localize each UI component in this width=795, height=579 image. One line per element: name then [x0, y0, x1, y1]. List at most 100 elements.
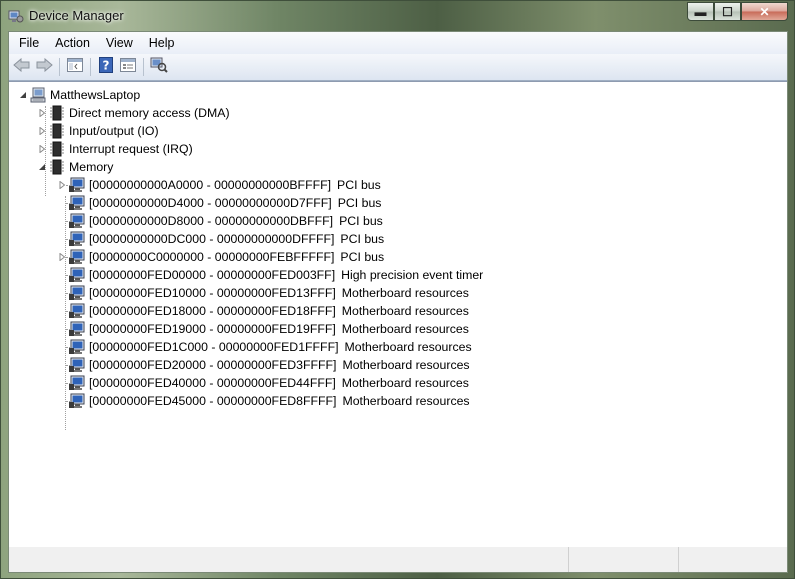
- memory-range-label: [00000000000DC000 - 00000000000DFFFF]: [89, 232, 335, 246]
- collapse-arrow-icon[interactable]: [18, 91, 27, 100]
- expand-arrow-icon[interactable]: [57, 253, 66, 262]
- device-name-label: PCI bus: [337, 178, 381, 192]
- system-device-icon: [69, 249, 85, 265]
- memory-resource-item[interactable]: [00000000FED18000 - 00000000FED18FFF] Mot…: [57, 302, 469, 320]
- memory-range-label: [00000000C0000000 - 00000000FEBFFFFF]: [89, 250, 335, 264]
- menu-view[interactable]: View: [98, 33, 141, 53]
- expand-arrow-icon[interactable]: [37, 109, 46, 118]
- memory-resource-item[interactable]: [00000000000D4000 - 00000000000D7FFF] PCI…: [57, 194, 381, 212]
- system-device-icon: [69, 267, 85, 283]
- svg-text:?: ?: [103, 58, 110, 72]
- system-device-icon: [69, 375, 85, 391]
- memory-resource-item[interactable]: [00000000000DC000 - 00000000000DFFFF] PCI…: [57, 230, 384, 248]
- device-name-label: Motherboard resources: [341, 376, 469, 390]
- menu-file[interactable]: File: [9, 33, 47, 53]
- device-name-label: PCI bus: [340, 232, 385, 246]
- menu-action[interactable]: Action: [47, 33, 98, 53]
- expand-arrow-icon[interactable]: [37, 145, 46, 154]
- memory-resource-item[interactable]: [00000000FED10000 - 00000000FED13FFF] Mot…: [57, 284, 469, 302]
- memory-range-label: [00000000FED20000 - 00000000FED3FFFF]: [89, 358, 337, 372]
- tree-category-io[interactable]: Input/output (IO): [37, 122, 159, 140]
- device-manager-app-icon[interactable]: [8, 8, 24, 24]
- maximize-button[interactable]: ☐: [714, 2, 741, 21]
- status-cell-2: [569, 547, 679, 572]
- category-label: Interrupt request (IRQ): [69, 142, 193, 156]
- tree-root-node[interactable]: MatthewsLaptop: [18, 86, 140, 104]
- toolbar: ?: [9, 54, 787, 81]
- device-name-label: High precision event timer: [341, 268, 484, 282]
- device-tree[interactable]: MatthewsLaptop Direct memory access (DMA…: [9, 81, 787, 548]
- device-name-label: Motherboard resources: [341, 304, 469, 318]
- memory-resource-item[interactable]: [00000000FED20000 - 00000000FED3FFFF] Mot…: [57, 356, 470, 374]
- help-button[interactable]: ?: [95, 56, 117, 78]
- category-label: Memory: [69, 160, 114, 174]
- title-bar[interactable]: Device Manager ▬ ☐ ✕: [1, 1, 794, 31]
- system-device-icon: [69, 303, 85, 319]
- memory-range-label: [00000000FED00000 - 00000000FED003FF]: [89, 268, 336, 282]
- menu-bar: File Action View Help: [9, 32, 787, 55]
- memory-resource-item[interactable]: [00000000FED19000 - 00000000FED19FFF] Mot…: [57, 320, 469, 338]
- memory-range-label: [00000000FED19000 - 00000000FED19FFF]: [89, 322, 336, 336]
- status-bar: [9, 547, 787, 572]
- show-hide-console-tree-icon: [67, 57, 83, 77]
- memory-resource-item[interactable]: [00000000000A0000 - 00000000000BFFFF] PCI…: [57, 176, 381, 194]
- memory-resource-item[interactable]: [00000000FED1C000 - 00000000FED1FFFF] Mot…: [57, 338, 472, 356]
- memory-resource-item[interactable]: [00000000000D8000 - 00000000000DBFFF] PCI…: [57, 212, 383, 230]
- forward-icon: [35, 57, 53, 77]
- tree-category-dma[interactable]: Direct memory access (DMA): [37, 104, 230, 122]
- tree-category-memory[interactable]: Memory: [37, 158, 113, 176]
- expand-arrow-icon[interactable]: [37, 127, 46, 136]
- toolbar-separator: [59, 58, 60, 76]
- device-manager-window: Device Manager ▬ ☐ ✕ File Action View He…: [0, 0, 795, 579]
- memory-range-label: [00000000000D8000 - 00000000000DBFFF]: [89, 214, 334, 228]
- memory-range-label: [00000000000A0000 - 00000000000BFFFF]: [89, 178, 332, 192]
- memory-range-label: [00000000FED18000 - 00000000FED18FFF]: [89, 304, 336, 318]
- device-name-label: Motherboard resources: [342, 358, 470, 372]
- computer-icon: [30, 87, 46, 103]
- properties-icon: [120, 57, 136, 77]
- device-name-label: Motherboard resources: [344, 340, 472, 354]
- system-device-icon: [69, 285, 85, 301]
- back-button[interactable]: [11, 56, 33, 78]
- device-name-label: Motherboard resources: [341, 322, 469, 336]
- minimize-button[interactable]: ▬: [687, 2, 714, 21]
- toolbar-separator: [143, 58, 144, 76]
- system-device-icon: [69, 357, 85, 373]
- collapse-arrow-icon[interactable]: [37, 163, 46, 172]
- system-device-icon: [69, 339, 85, 355]
- memory-resource-item[interactable]: [00000000C0000000 - 00000000FEBFFFFF] PCI…: [57, 248, 384, 266]
- expand-arrow-icon[interactable]: [57, 181, 66, 190]
- system-device-icon: [69, 231, 85, 247]
- category-label: Direct memory access (DMA): [69, 106, 230, 120]
- tree-category-irq[interactable]: Interrupt request (IRQ): [37, 140, 193, 158]
- system-device-icon: [69, 177, 85, 193]
- memory-chip-icon: [49, 159, 65, 175]
- show-hide-console-tree-button[interactable]: [64, 56, 86, 78]
- memory-chip-icon: [49, 123, 65, 139]
- properties-button[interactable]: [117, 56, 139, 78]
- memory-resource-item[interactable]: [00000000FED00000 - 00000000FED003FF] Hig…: [57, 266, 483, 284]
- memory-range-label: [00000000FED1C000 - 00000000FED1FFFF]: [89, 340, 339, 354]
- memory-chip-icon: [49, 105, 65, 121]
- menu-help[interactable]: Help: [141, 33, 183, 53]
- device-name-label: PCI bus: [340, 250, 385, 264]
- memory-range-label: [00000000FED45000 - 00000000FED8FFFF]: [89, 394, 337, 408]
- scan-hardware-button[interactable]: [148, 56, 170, 78]
- close-button[interactable]: ✕: [741, 2, 788, 21]
- memory-chip-icon: [49, 141, 65, 157]
- device-name-label: Motherboard resources: [342, 394, 470, 408]
- toolbar-separator: [90, 58, 91, 76]
- memory-resource-item[interactable]: [00000000FED45000 - 00000000FED8FFFF] Mot…: [57, 392, 470, 410]
- window-title: Device Manager: [29, 8, 124, 23]
- device-name-label: PCI bus: [337, 196, 382, 210]
- memory-resource-item[interactable]: [00000000FED40000 - 00000000FED44FFF] Mot…: [57, 374, 469, 392]
- forward-button[interactable]: [33, 56, 55, 78]
